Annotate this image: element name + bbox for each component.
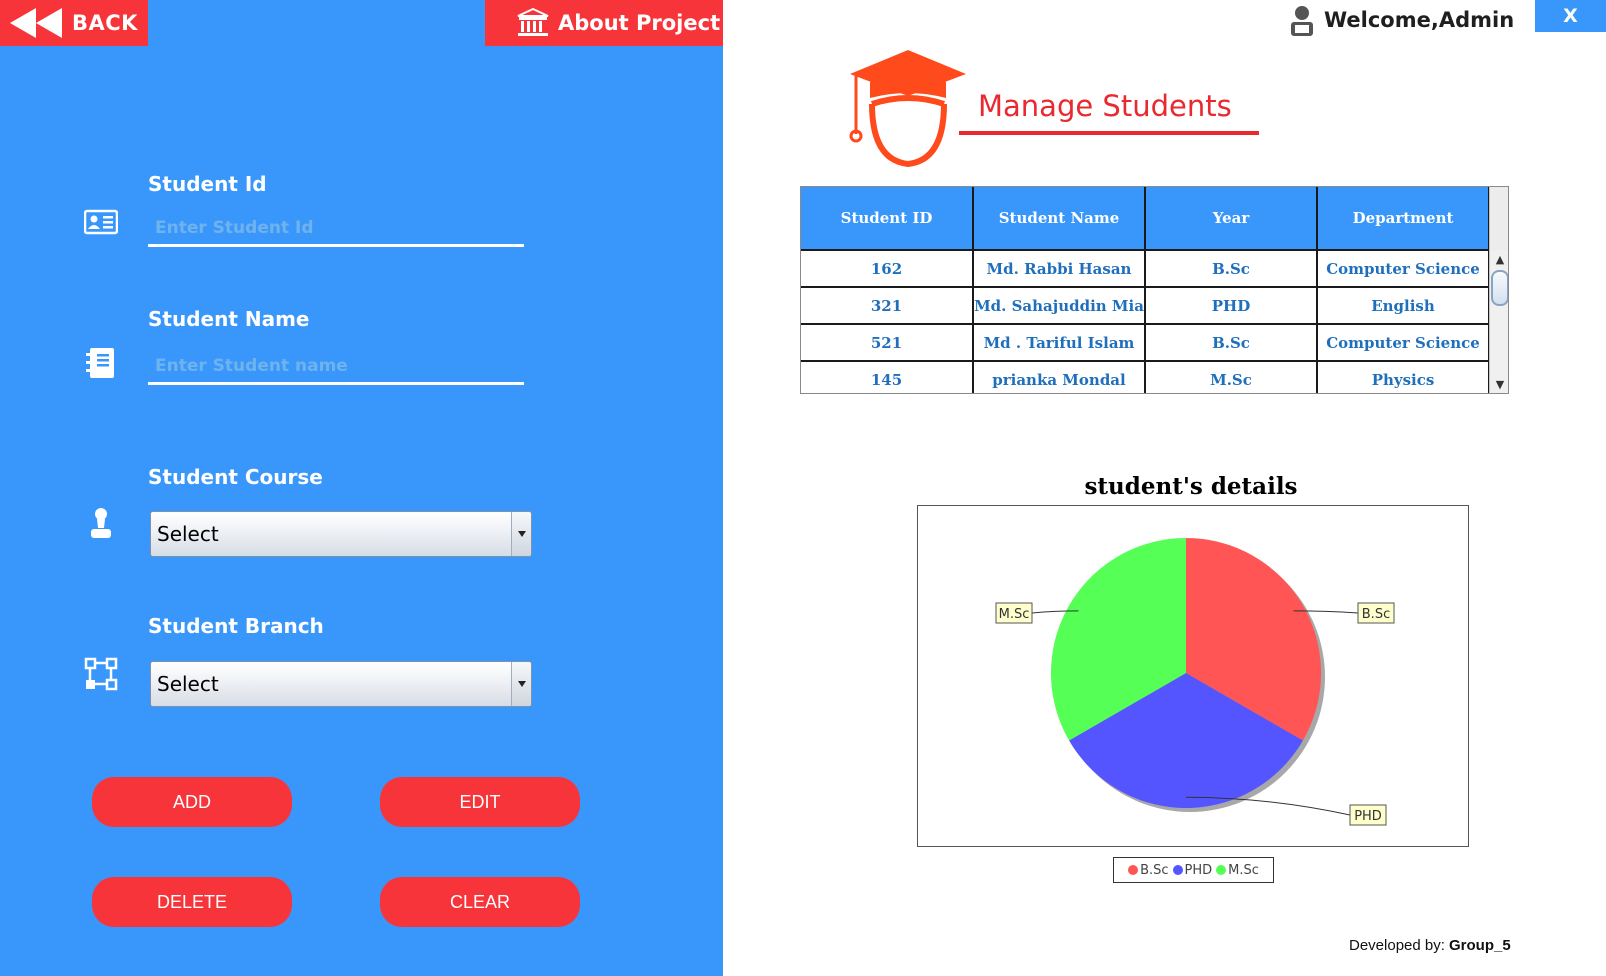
slice-label: M.Sc xyxy=(999,607,1030,622)
column-header-department[interactable]: Department xyxy=(1317,187,1490,251)
student-id-input[interactable] xyxy=(148,211,524,247)
bank-icon xyxy=(517,8,549,36)
column-header-year[interactable]: Year xyxy=(1145,187,1318,251)
user-icon xyxy=(1291,6,1313,36)
title-underline xyxy=(959,131,1259,135)
legend-item: M.Sc xyxy=(1216,863,1259,878)
legend-label: M.Sc xyxy=(1228,862,1259,878)
pie-chart-area: B.Sc PHD M.Sc xyxy=(917,505,1469,847)
table-cell: Computer Science xyxy=(1317,324,1490,362)
legend-item: B.Sc xyxy=(1128,862,1169,878)
student-name-input[interactable] xyxy=(148,349,524,385)
table-cell: 321 xyxy=(801,287,974,325)
legend-label: B.Sc xyxy=(1140,862,1169,878)
person-icon xyxy=(91,508,111,538)
table-cell: Computer Science xyxy=(1317,250,1490,288)
chart-legend: B.Sc PHD M.Sc xyxy=(1113,857,1274,883)
student-branch-select[interactable]: Select xyxy=(150,661,532,707)
legend-label: PHD xyxy=(1184,862,1213,878)
table-row[interactable]: 521 Md . Tariful Islam B.Sc Computer Sci… xyxy=(801,324,1490,362)
welcome-text: Welcome,Admin xyxy=(1324,8,1515,32)
table-cell: B.Sc xyxy=(1145,324,1318,362)
developer-group: Group_5 xyxy=(1449,937,1511,954)
student-course-value: Select xyxy=(157,522,219,546)
id-card-icon xyxy=(84,209,118,235)
page-title: Manage Students xyxy=(978,89,1232,123)
column-header-student-id[interactable]: Student ID xyxy=(801,187,974,251)
back-button-label: BACK xyxy=(72,11,138,35)
table-cell: English xyxy=(1317,287,1490,325)
chart-title: student's details xyxy=(1084,473,1298,500)
student-branch-value: Select xyxy=(157,672,219,696)
student-branch-label: Student Branch xyxy=(148,614,324,638)
table-cell: Md. Sahajuddin Mia xyxy=(973,287,1146,325)
table-cell: Physics xyxy=(1317,361,1490,393)
chevron-down-icon[interactable] xyxy=(511,512,531,556)
student-name-label: Student Name xyxy=(148,307,310,331)
notebook-icon xyxy=(86,348,114,378)
table-cell: 521 xyxy=(801,324,974,362)
table-cell: Md. Rabbi Hasan xyxy=(973,250,1146,288)
table-scrollbar[interactable]: ▲ ▼ xyxy=(1489,250,1508,393)
student-course-label: Student Course xyxy=(148,465,323,489)
left-panel: BACK About Project Student Id Student Na… xyxy=(0,0,723,976)
table-cell: 162 xyxy=(801,250,974,288)
about-project-button[interactable]: About Project xyxy=(485,0,723,46)
delete-button[interactable]: DELETE xyxy=(92,877,292,927)
student-id-label: Student Id xyxy=(148,172,267,196)
legend-swatch xyxy=(1172,865,1183,875)
legend-swatch xyxy=(1216,865,1227,875)
slice-label: PHD xyxy=(1354,809,1382,824)
developed-by-label: Developed by: xyxy=(1349,937,1445,954)
chevron-down-icon[interactable] xyxy=(511,662,531,706)
table-cell: PHD xyxy=(1145,287,1318,325)
table-header-row: Student ID Student Name Year Department xyxy=(801,187,1490,251)
table-cell: Md . Tariful Islam xyxy=(973,324,1146,362)
back-button[interactable]: BACK xyxy=(0,0,148,46)
rewind-icon xyxy=(10,8,62,38)
add-button[interactable]: ADD xyxy=(92,777,292,827)
slice-label: B.Sc xyxy=(1362,607,1390,622)
scroll-thumb[interactable] xyxy=(1491,270,1508,306)
clear-button[interactable]: CLEAR xyxy=(380,877,580,927)
column-header-student-name[interactable]: Student Name xyxy=(973,187,1146,251)
table-row[interactable]: 162 Md. Rabbi Hasan B.Sc Computer Scienc… xyxy=(801,250,1490,288)
about-project-label: About Project xyxy=(558,11,721,35)
table-cell: prianka Mondal xyxy=(973,361,1146,393)
table-row[interactable]: 321 Md. Sahajuddin Mia PHD English xyxy=(801,287,1490,325)
network-icon xyxy=(84,657,118,691)
scroll-up-icon[interactable]: ▲ xyxy=(1490,252,1508,268)
table-row[interactable]: 145 prianka Mondal M.Sc Physics xyxy=(801,361,1490,393)
table-cell: 145 xyxy=(801,361,974,393)
scroll-down-icon[interactable]: ▼ xyxy=(1490,377,1508,393)
table-cell: M.Sc xyxy=(1145,361,1318,393)
graduate-cap-icon xyxy=(849,50,966,168)
pie-chart: B.Sc PHD M.Sc xyxy=(995,538,1395,826)
student-course-select[interactable]: Select xyxy=(150,511,532,557)
close-button[interactable]: X xyxy=(1535,0,1606,32)
table-cell: B.Sc xyxy=(1145,250,1318,288)
legend-swatch xyxy=(1128,865,1139,875)
students-table[interactable]: Student ID Student Name Year Department … xyxy=(800,186,1509,394)
table-header-filler xyxy=(1489,187,1508,250)
legend-item: PHD xyxy=(1172,862,1213,878)
edit-button[interactable]: EDIT xyxy=(380,777,580,827)
